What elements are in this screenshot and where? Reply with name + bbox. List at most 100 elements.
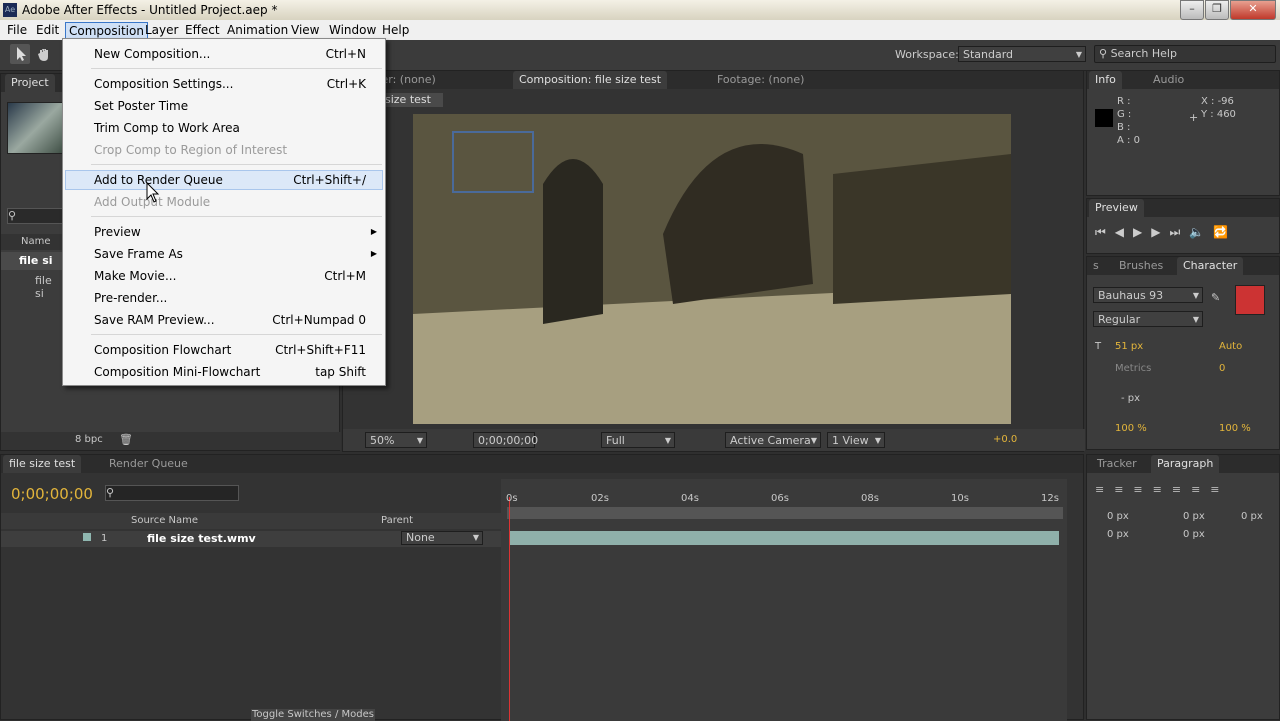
fill-color-swatch[interactable] xyxy=(1235,285,1265,315)
composition-frame-image[interactable] xyxy=(413,114,1011,424)
ruler-tick: 08s xyxy=(861,493,879,504)
project-footer: 8 bpc 🗑 xyxy=(1,432,341,450)
info-panel: Info Audio R : G : B : A : 0 + X : -96 Y… xyxy=(1086,70,1280,196)
font-family-select[interactable]: Bauhaus 93 ▼ xyxy=(1093,287,1203,303)
font-style-select[interactable]: Regular ▼ xyxy=(1093,311,1203,327)
ruler-tick: 02s xyxy=(591,493,609,504)
close-button[interactable]: ✕ xyxy=(1230,0,1276,20)
menu-item-trim-comp[interactable]: Trim Comp to Work Area xyxy=(94,118,240,138)
hand-tool-icon[interactable] xyxy=(34,44,54,64)
menu-item-set-poster-time[interactable]: Set Poster Time xyxy=(94,96,188,116)
resolution-select[interactable]: Full ▼ xyxy=(601,432,675,448)
tab-tracker[interactable]: Tracker xyxy=(1091,455,1143,473)
horizontal-scale-value[interactable]: 100 % xyxy=(1219,423,1251,434)
list-item[interactable]: file si xyxy=(1,272,63,300)
project-item-name: file si xyxy=(19,254,53,267)
label-color[interactable] xyxy=(83,533,91,541)
tab-footage[interactable]: Footage: (none) xyxy=(711,71,810,89)
indent-right[interactable]: 0 px xyxy=(1241,511,1263,522)
views-value: 1 View xyxy=(832,434,869,447)
minimize-button[interactable]: – xyxy=(1180,0,1204,20)
list-item[interactable]: file si xyxy=(1,252,63,270)
menu-effect[interactable]: Effect xyxy=(182,22,223,38)
timeline-timecode[interactable]: 0;00;00;00 xyxy=(11,485,93,503)
tracking-value[interactable]: 0 xyxy=(1219,363,1225,374)
font-value: Bauhaus 93 xyxy=(1098,289,1164,302)
tab-composition[interactable]: Composition: file size test xyxy=(513,71,668,89)
menu-edit[interactable]: Edit xyxy=(33,22,62,38)
eyedropper-icon[interactable]: ✎ xyxy=(1211,291,1220,304)
views-select[interactable]: 1 View ▼ xyxy=(827,432,885,448)
current-time-indicator[interactable] xyxy=(509,497,510,721)
timeline-search-input[interactable]: ⚲ xyxy=(105,485,239,501)
menu-item-save-frame-as[interactable]: Save Frame As xyxy=(94,244,183,264)
menu-item-save-ram-preview[interactable]: Save RAM Preview... xyxy=(94,310,215,330)
character-panel: s Brushes Character Bauhaus 93 ▼ Regular ▼… xyxy=(1086,256,1280,450)
time-graph[interactable] xyxy=(501,479,1067,721)
menu-layer[interactable]: Layer xyxy=(142,22,181,38)
bpc-label[interactable]: 8 bpc xyxy=(75,434,103,445)
tab-project[interactable]: Project xyxy=(5,74,55,92)
menu-item-composition-mini-flowchart[interactable]: Composition Mini-Flowchart xyxy=(94,362,260,382)
camera-select[interactable]: Active Camera ▼ xyxy=(725,432,821,448)
xy-readout: X : -96 Y : 460 xyxy=(1201,95,1236,121)
exposure-value[interactable]: +0.0 xyxy=(993,434,1017,445)
search-help-input[interactable]: ⚲ Search Help xyxy=(1094,45,1276,63)
tab-audio[interactable]: Audio xyxy=(1147,71,1190,89)
maximize-button[interactable]: ❐ xyxy=(1205,0,1229,20)
font-size-value[interactable]: 51 px xyxy=(1115,341,1143,352)
timecode-display[interactable]: 0;00;00;00 xyxy=(473,432,538,448)
tab-render-queue[interactable]: Render Queue xyxy=(103,455,194,473)
tab-character[interactable]: Character xyxy=(1177,257,1244,275)
tab-brushes[interactable]: Brushes xyxy=(1113,257,1169,275)
submenu-arrow-icon: ▶ xyxy=(370,249,377,258)
trash-icon[interactable]: 🗑 xyxy=(119,433,133,446)
alignment-buttons[interactable]: ≡≡≡≡≡≡≡ xyxy=(1095,483,1230,496)
space-before[interactable]: 0 px xyxy=(1107,529,1129,540)
menu-separator xyxy=(91,216,382,217)
menu-help[interactable]: Help xyxy=(379,22,412,38)
work-area-bar[interactable] xyxy=(507,507,1063,519)
space-after[interactable]: 0 px xyxy=(1183,529,1205,540)
toggle-switches-modes-button[interactable]: Toggle Switches / Modes xyxy=(251,709,375,721)
vertical-scale-value[interactable]: 100 % xyxy=(1115,423,1147,434)
project-thumbnail xyxy=(7,102,67,154)
workspace-select[interactable]: Standard ▼ xyxy=(958,46,1086,62)
zoom-select[interactable]: 50% ▼ xyxy=(365,432,427,448)
menu-separator xyxy=(91,164,382,165)
selection-tool-icon[interactable] xyxy=(10,44,30,64)
menu-window[interactable]: Window xyxy=(326,22,379,38)
project-search-input[interactable]: ⚲ xyxy=(7,208,65,224)
menu-item-composition-flowchart[interactable]: Composition Flowchart xyxy=(94,340,231,360)
layer-duration-bar[interactable] xyxy=(509,531,1059,545)
menu-item-pre-render[interactable]: Pre-render... xyxy=(94,288,167,308)
table-row[interactable]: 1 file size test.wmv None ▼ xyxy=(1,531,501,547)
comp-subtab[interactable]: size test xyxy=(379,93,443,107)
color-swatch xyxy=(1095,109,1113,127)
indent-first[interactable]: 0 px xyxy=(1183,511,1205,522)
tab-preview[interactable]: Preview xyxy=(1089,199,1144,217)
leading-value[interactable]: Auto xyxy=(1219,341,1242,352)
tab-paragraph[interactable]: Paragraph xyxy=(1151,455,1220,473)
layer-name[interactable]: file size test.wmv xyxy=(147,532,256,545)
menu-file[interactable]: File xyxy=(4,22,30,38)
tab-info[interactable]: Info xyxy=(1089,71,1122,89)
menu-view[interactable]: View xyxy=(288,22,322,38)
kerning-value[interactable]: Metrics xyxy=(1115,363,1151,374)
stroke-width-value[interactable]: - px xyxy=(1121,393,1140,404)
menu-item-new-composition[interactable]: New Composition... xyxy=(94,44,210,64)
info-g: G : xyxy=(1117,109,1132,120)
layer-number: 1 xyxy=(101,533,108,544)
indent-left[interactable]: 0 px xyxy=(1107,511,1129,522)
parent-select[interactable]: None ▼ xyxy=(401,531,483,545)
tab-timeline-comp[interactable]: file size test xyxy=(3,455,82,473)
menu-item-make-movie[interactable]: Make Movie... xyxy=(94,266,176,286)
viewer-footer: 50% ▼ 0;00;00;00 Full ▼ Active Camera ▼ 1 V… xyxy=(343,429,1085,451)
menu-item-composition-settings[interactable]: Composition Settings... xyxy=(94,74,233,94)
crosshair-icon: + xyxy=(1189,111,1199,124)
menu-animation[interactable]: Animation xyxy=(224,22,291,38)
playback-controls[interactable]: ⏮◀▶▶⏭🔈🔁 xyxy=(1095,225,1237,240)
tab-brushes-partial[interactable]: s xyxy=(1087,257,1105,275)
paragraph-panel: Tracker Paragraph ≡≡≡≡≡≡≡ 0 px 0 px 0 px… xyxy=(1086,454,1280,720)
menu-item-preview[interactable]: Preview xyxy=(94,222,141,242)
